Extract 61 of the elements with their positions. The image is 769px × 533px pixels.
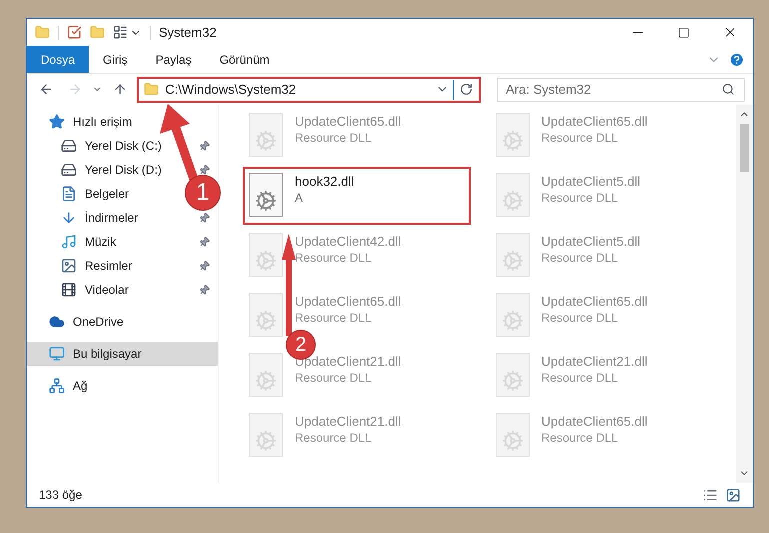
file-type: Resource DLL bbox=[542, 130, 620, 146]
file-type: Resource DLL bbox=[542, 250, 620, 266]
drive-icon bbox=[61, 138, 77, 154]
file-type: Resource DLL bbox=[542, 190, 620, 206]
large-icons-view-icon[interactable] bbox=[726, 488, 741, 502]
file-icon[interactable] bbox=[249, 173, 283, 217]
file-type: Resource DLL bbox=[295, 130, 373, 146]
up-icon[interactable] bbox=[112, 82, 128, 97]
nav-item[interactable]: Resimler bbox=[61, 254, 136, 278]
file-menu-tab[interactable]: Dosya bbox=[27, 46, 90, 73]
address-field[interactable]: C:\Windows\System32 bbox=[137, 76, 482, 102]
file-type: Resource DLL bbox=[542, 310, 620, 326]
file-type: Resource DLL bbox=[295, 310, 373, 326]
nav-item[interactable]: OneDrive bbox=[27, 310, 218, 334]
folder-icon[interactable] bbox=[90, 25, 105, 40]
scrollbar[interactable] bbox=[736, 105, 753, 483]
checkbox-icon[interactable] bbox=[67, 25, 82, 40]
nav-item[interactable]: İndirmeler bbox=[61, 206, 142, 230]
ribbon-tab[interactable]: Paylaş bbox=[142, 46, 206, 73]
window-title: System32 bbox=[159, 24, 217, 42]
film-icon bbox=[61, 282, 77, 298]
document-icon bbox=[61, 186, 77, 202]
nav-item[interactable]: Hızlı erişim bbox=[27, 110, 218, 134]
picture-icon bbox=[61, 258, 77, 274]
file-type: Resource DLL bbox=[295, 430, 373, 446]
scrollbar-thumb[interactable] bbox=[740, 124, 749, 172]
folder-icon[interactable] bbox=[35, 25, 50, 40]
search-icon bbox=[722, 82, 736, 96]
drive-icon bbox=[61, 162, 77, 178]
file-type: Resource DLL bbox=[542, 430, 620, 446]
view-icon[interactable] bbox=[113, 25, 128, 40]
nav-item[interactable]: Belgeler bbox=[61, 182, 134, 206]
forward-icon[interactable] bbox=[68, 82, 82, 97]
nav-item[interactable]: Yerel Disk (C:) bbox=[61, 134, 166, 158]
music-note-icon bbox=[61, 234, 77, 250]
ribbon-tab[interactable]: Giriş bbox=[89, 46, 142, 73]
folder-icon bbox=[144, 82, 160, 97]
file-type: Resource DLL bbox=[295, 370, 373, 386]
help-icon[interactable] bbox=[729, 52, 745, 68]
nav-item[interactable]: Videolar bbox=[61, 278, 133, 302]
search-field[interactable]: Ara: System32 bbox=[497, 78, 746, 102]
star-icon bbox=[49, 114, 65, 130]
network-icon bbox=[49, 378, 65, 394]
nav-item[interactable]: Bu bilgisayar bbox=[27, 342, 218, 366]
back-icon[interactable] bbox=[39, 82, 54, 97]
file-type: Resource DLL bbox=[295, 250, 373, 266]
nav-item[interactable]: Yerel Disk (D:) bbox=[61, 158, 166, 182]
item-count: 133 öğe bbox=[39, 487, 82, 504]
ribbon-tab[interactable]: Görünüm bbox=[206, 46, 284, 73]
refresh-icon[interactable] bbox=[460, 83, 474, 96]
minimize-icon bbox=[633, 32, 643, 33]
file-type: Resource DLL bbox=[542, 370, 620, 386]
file-name[interactable]: hook32.dll bbox=[295, 173, 354, 190]
nav-item[interactable]: Ağ bbox=[27, 374, 218, 398]
details-view-icon[interactable] bbox=[703, 488, 718, 502]
cloud-icon bbox=[49, 314, 65, 330]
maximize-icon bbox=[678, 26, 690, 38]
address-path: C:\Windows\System32 bbox=[165, 80, 298, 99]
nav-item[interactable]: Müzik bbox=[61, 230, 120, 254]
monitor-icon bbox=[49, 346, 65, 362]
file-type: A bbox=[295, 190, 304, 206]
